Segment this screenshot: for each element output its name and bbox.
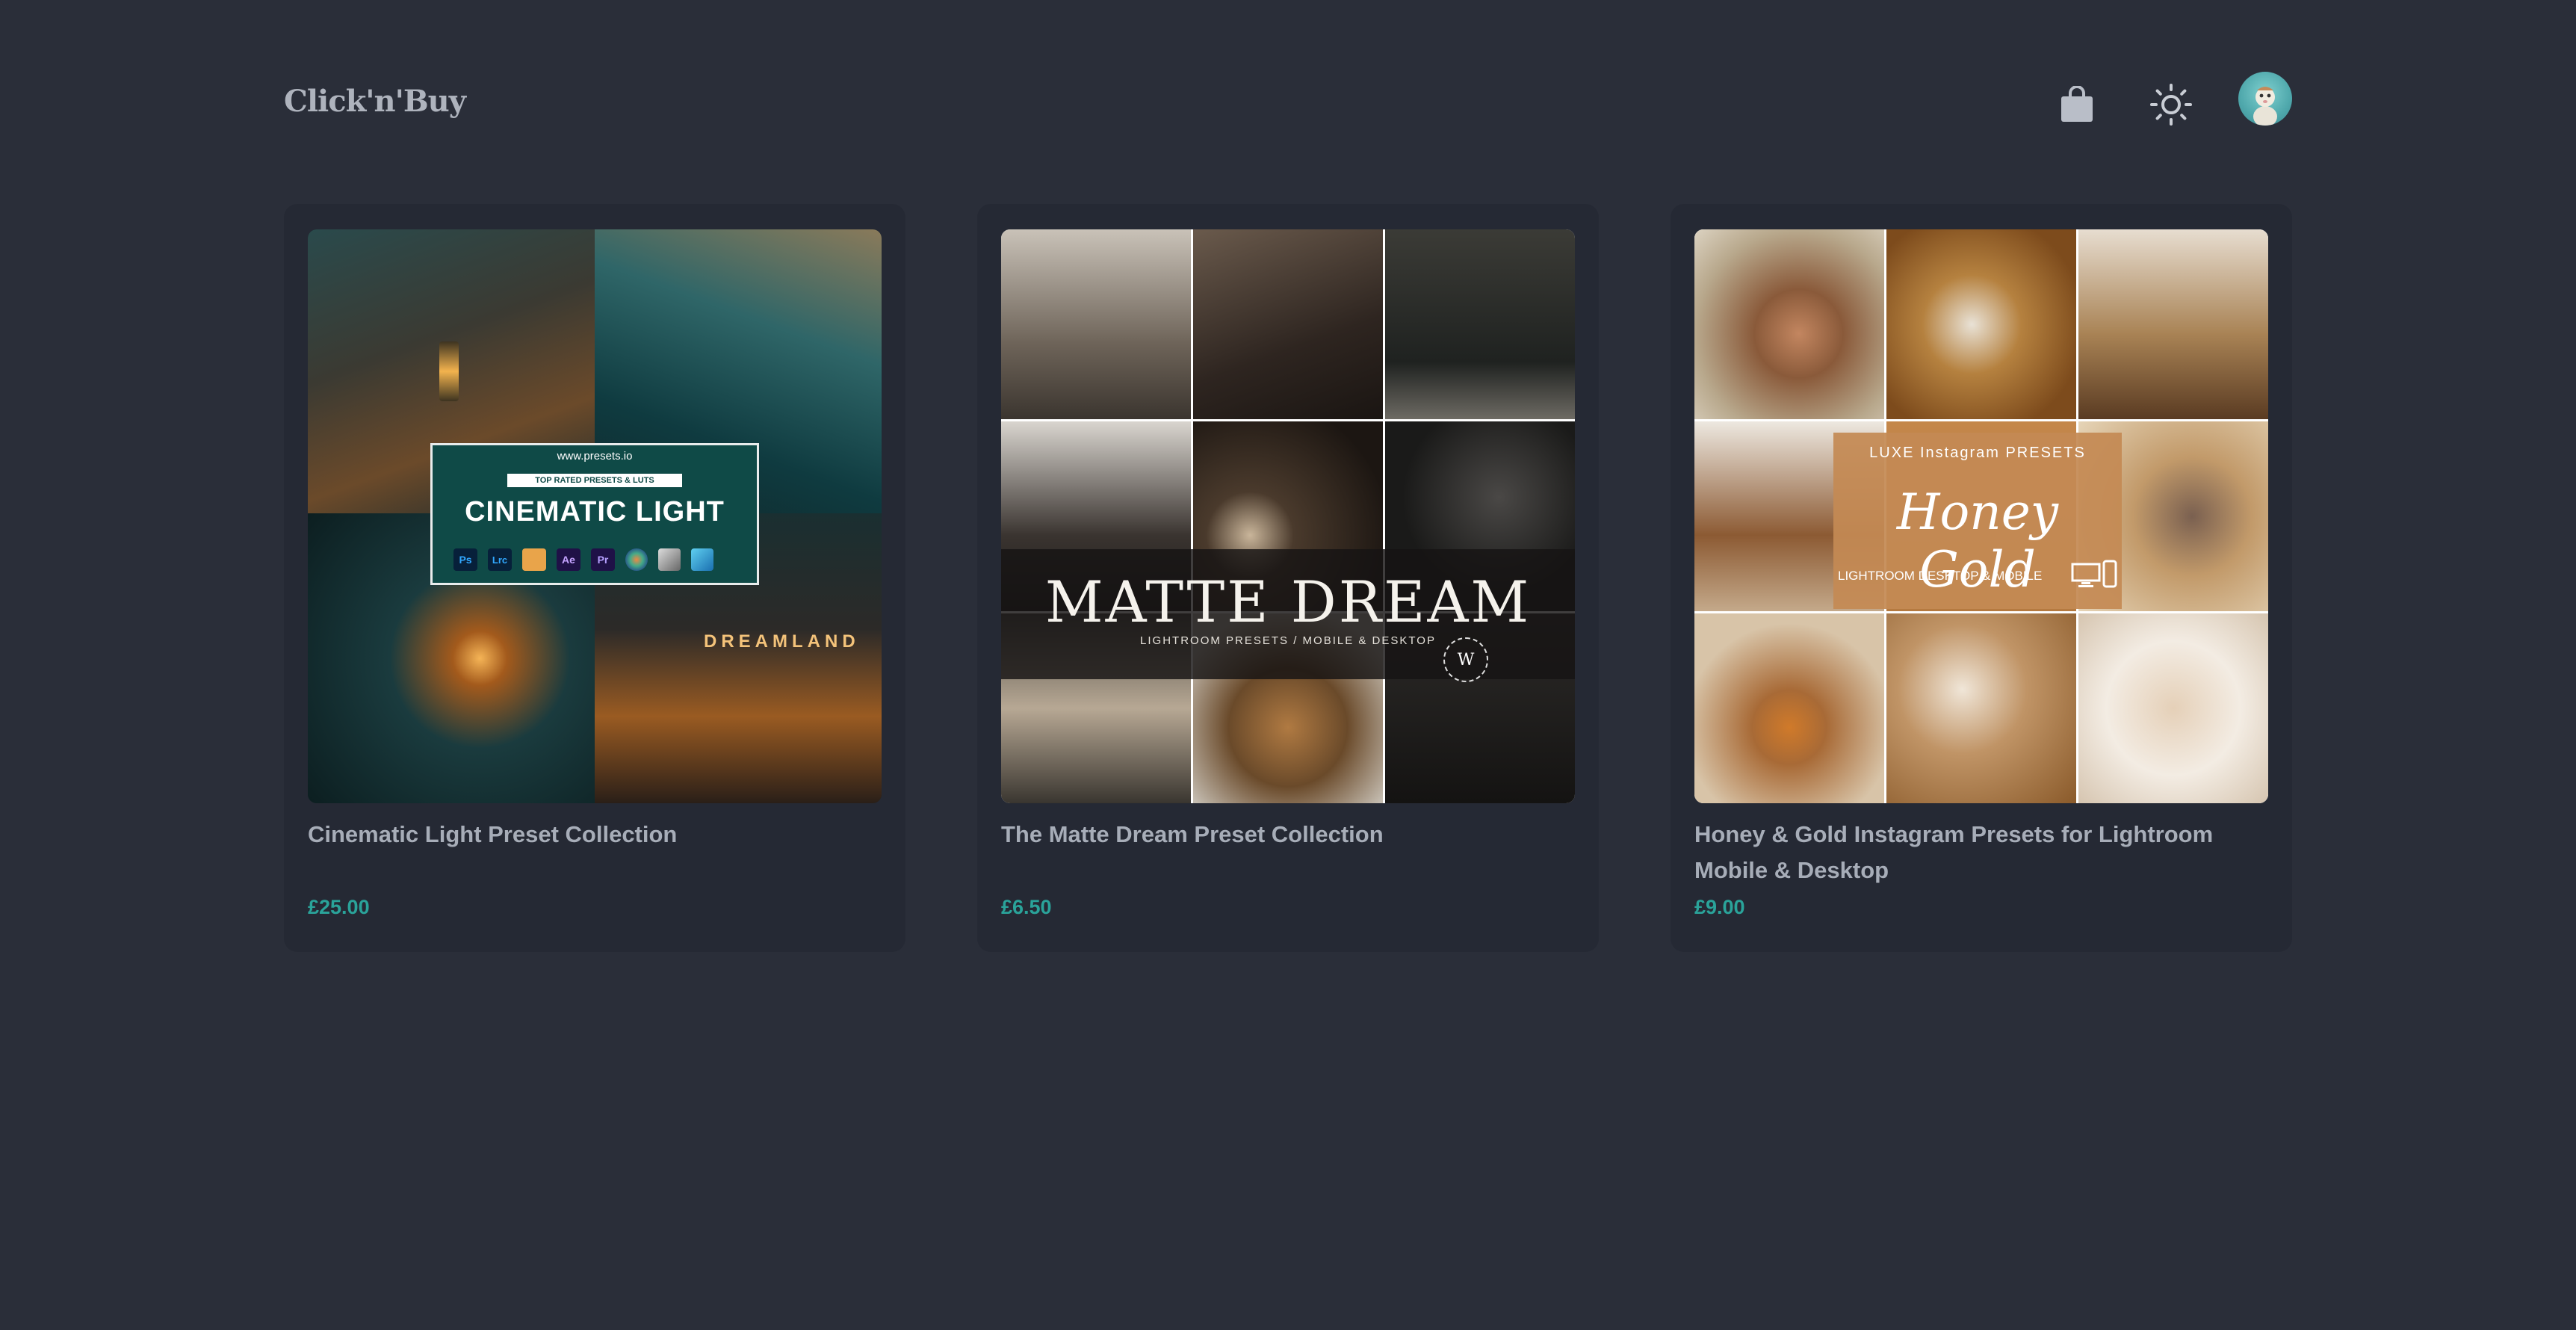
image-title-box: LUXE Instagram PRESETS Honey Gold LIGHTR… <box>1833 433 2122 609</box>
product-card[interactable]: LUXE Instagram PRESETS Honey Gold LIGHTR… <box>1671 204 2292 952</box>
product-price: £9.00 <box>1694 896 1745 918</box>
desktop-icon <box>2071 563 2101 587</box>
product-card[interactable]: DREAMLAND www.presets.io TOP RATED PRESE… <box>284 204 905 952</box>
site-header: Click'n'Buy <box>284 72 2294 132</box>
image-badge: TOP RATED PRESETS & LUTS <box>507 474 682 487</box>
shopping-bag-icon <box>2061 86 2093 122</box>
image-collage <box>1001 229 1575 803</box>
product-title[interactable]: Honey & Gold Instagram Presets for Light… <box>1694 817 2268 888</box>
lightroom-classic-icon: Lrc <box>488 548 512 571</box>
product-title[interactable]: The Matte Dream Preset Collection <box>1001 817 1575 853</box>
product-price: £6.50 <box>1001 896 1052 918</box>
site-logo[interactable]: Click'n'Buy <box>284 84 466 119</box>
sun-icon <box>2150 84 2192 126</box>
after-effects-icon: Ae <box>557 548 580 571</box>
image-subline: LIGHTROOM PRESETS / MOBILE & DESKTOP <box>1140 634 1436 647</box>
cart-button[interactable] <box>2055 82 2099 127</box>
image-headline: MATTE DREAM <box>1044 569 1532 635</box>
user-avatar[interactable] <box>2238 72 2292 126</box>
premiere-icon: Pr <box>591 548 615 571</box>
image-title-band: MATTE DREAM LIGHTROOM PRESETS / MOBILE &… <box>1001 549 1575 682</box>
image-title-box: www.presets.io TOP RATED PRESETS & LUTS … <box>430 443 759 585</box>
avatar-image-icon <box>2253 87 2277 126</box>
image-subline: LIGHTROOM DESKTOP & MOBILE <box>1838 569 2043 583</box>
product-image[interactable]: DREAMLAND www.presets.io TOP RATED PRESE… <box>308 229 882 803</box>
image-sign-text: DREAMLAND <box>704 631 860 652</box>
app-icon-row: Ps Lrc Ae Pr <box>453 548 713 571</box>
product-price: £25.00 <box>308 896 370 918</box>
brand-seal-icon: W <box>1443 637 1488 682</box>
davinci-icon <box>625 548 648 571</box>
product-card[interactable]: MATTE DREAM LIGHTROOM PRESETS / MOBILE &… <box>977 204 1599 952</box>
image-kicker: LUXE Instagram PRESETS <box>1869 445 2086 461</box>
theme-toggle-button[interactable] <box>2147 81 2195 129</box>
product-image[interactable]: MATTE DREAM LIGHTROOM PRESETS / MOBILE &… <box>1001 229 1575 803</box>
final-cut-icon <box>658 548 681 571</box>
product-image[interactable]: LUXE Instagram PRESETS Honey Gold LIGHTR… <box>1694 229 2268 803</box>
image-headline: CINEMATIC LIGHT <box>465 496 725 528</box>
clapperboard-icon <box>522 548 546 571</box>
mobile-icon <box>2102 560 2117 588</box>
cube-icon <box>691 548 713 571</box>
product-title[interactable]: Cinematic Light Preset Collection <box>308 817 882 853</box>
image-site-text: www.presets.io <box>557 450 633 463</box>
photoshop-icon: Ps <box>453 548 477 571</box>
